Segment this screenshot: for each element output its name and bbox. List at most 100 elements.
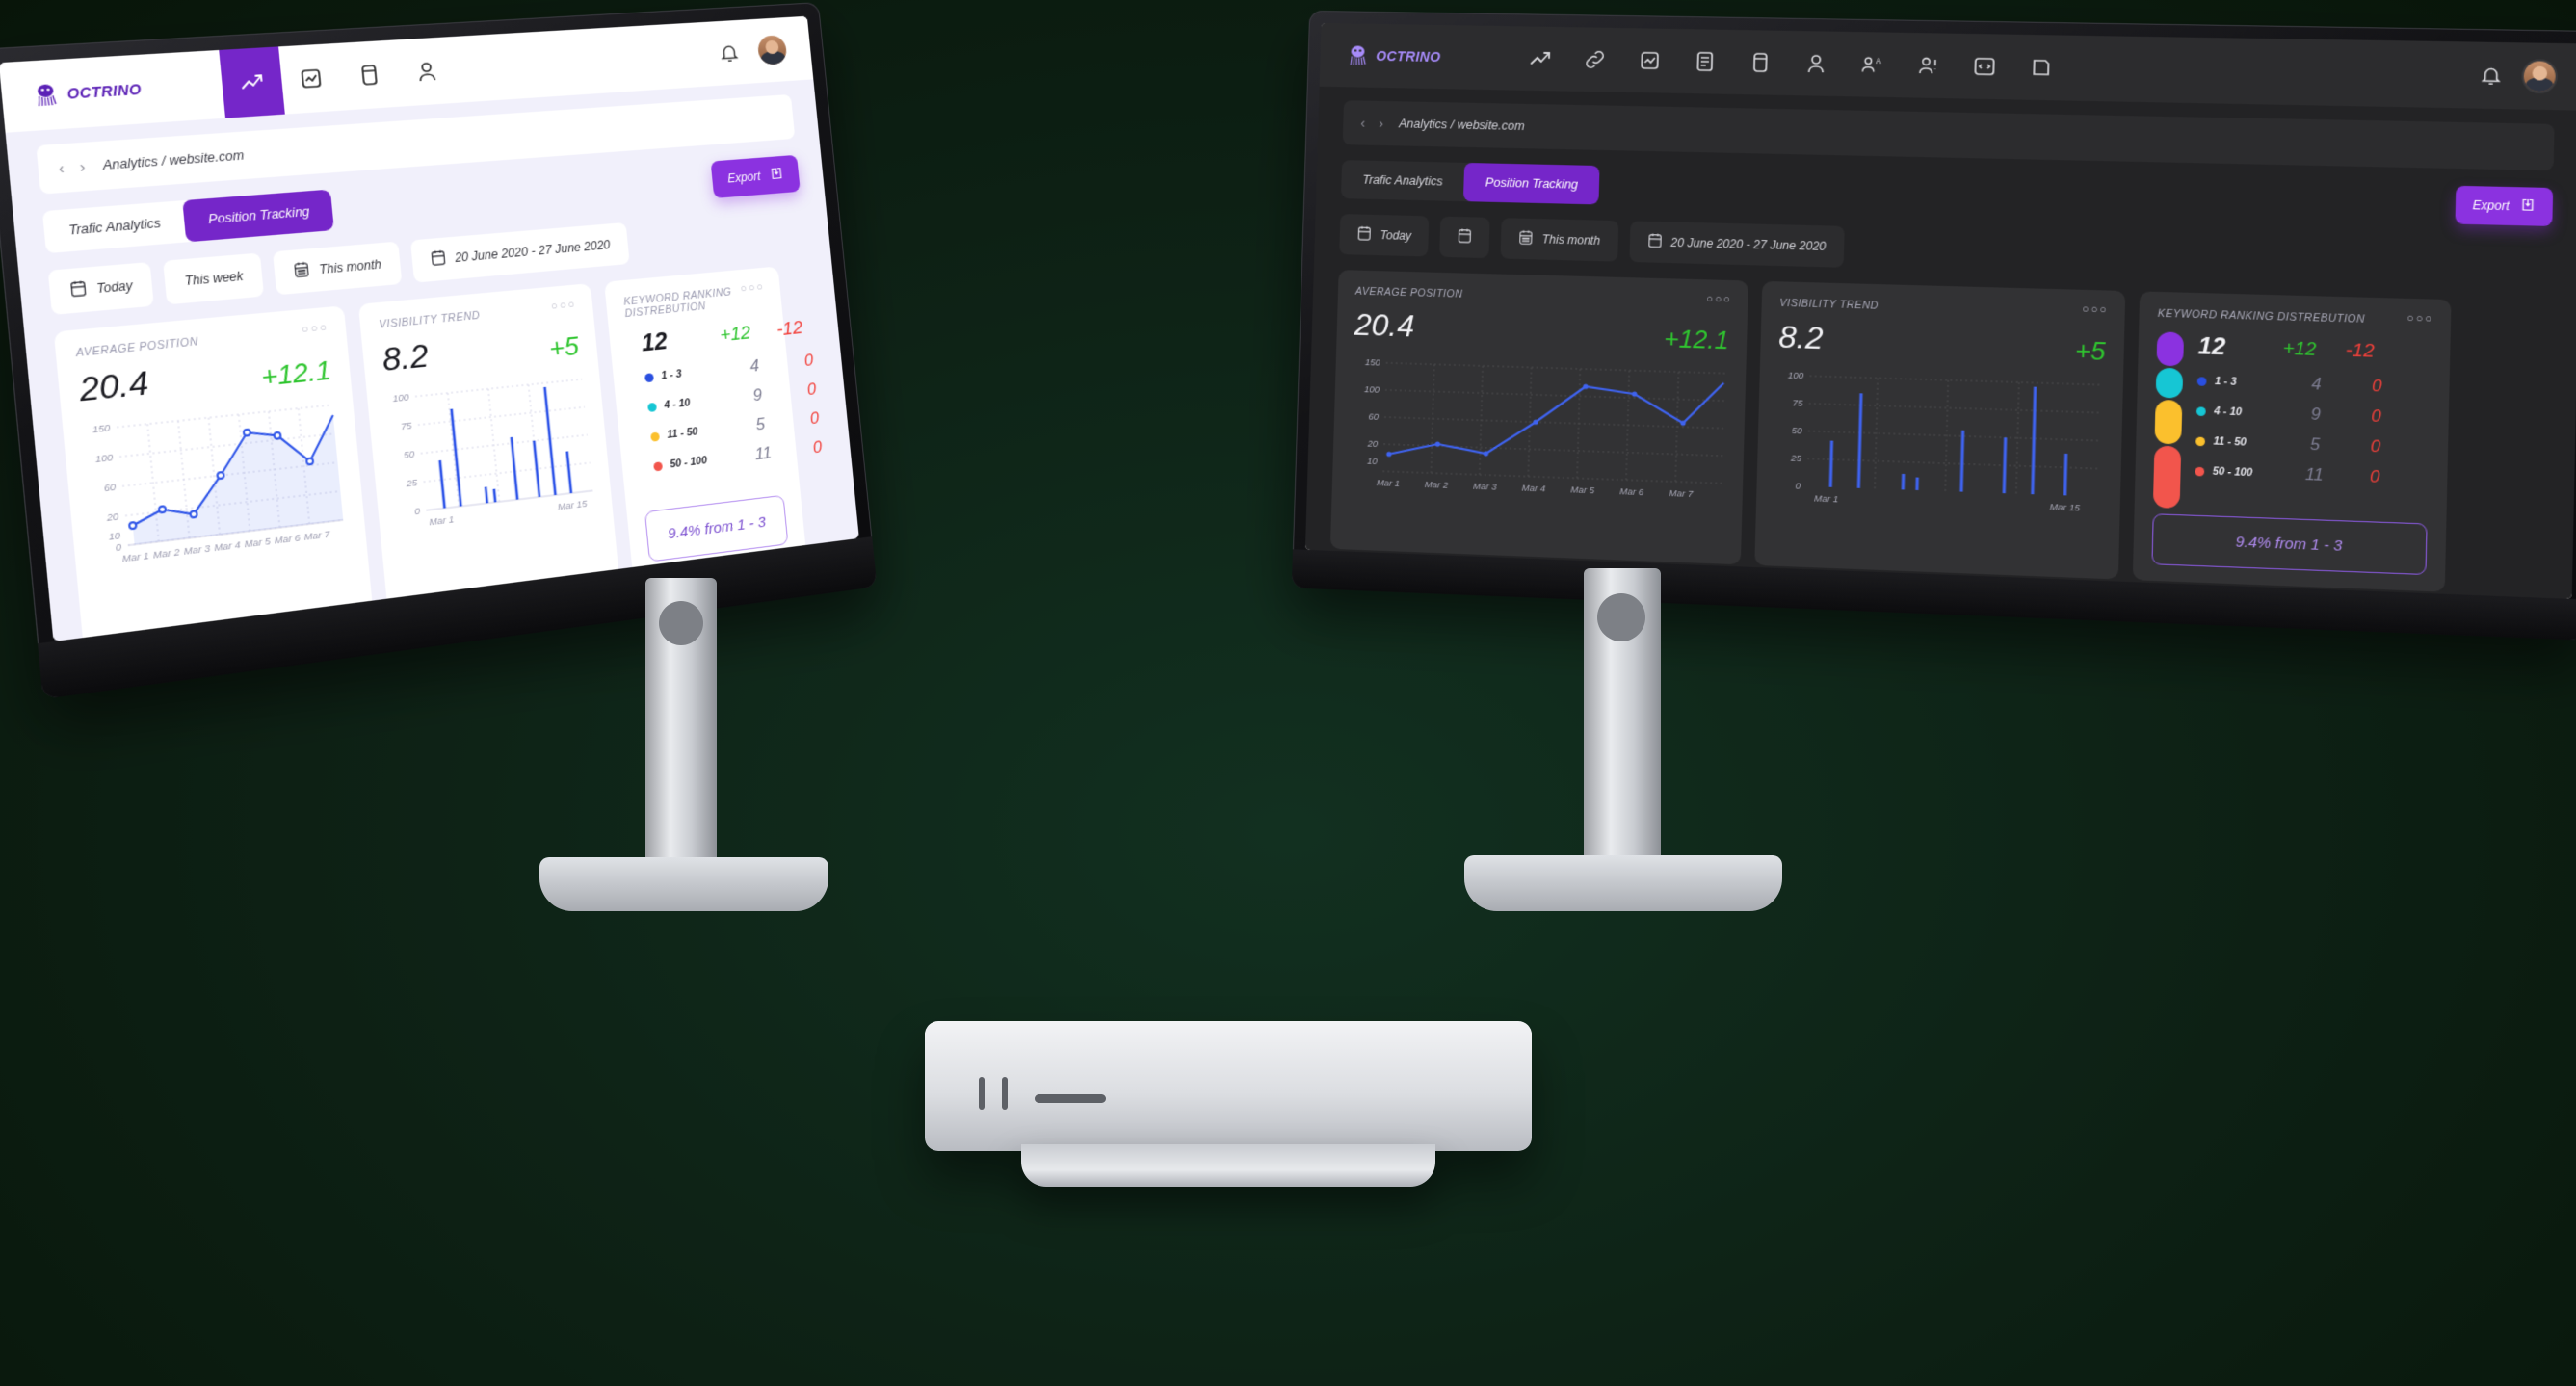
nav-item-users[interactable]	[1787, 31, 1845, 96]
svg-text:Mar 15: Mar 15	[2050, 502, 2081, 514]
tab-trafic-analytics[interactable]: Trafic Analytics	[1341, 160, 1465, 201]
nav-item-reports[interactable]	[337, 39, 402, 110]
legend-down: 0	[803, 351, 815, 371]
keyword-ranking-stacked-bar	[626, 331, 644, 507]
legend-down: 0	[2371, 405, 2381, 427]
svg-text:Mar 3: Mar 3	[183, 543, 211, 558]
svg-text:Mar 4: Mar 4	[1522, 483, 1546, 494]
card-menu-button[interactable]: ○○○	[1706, 294, 1732, 306]
filter-this-month[interactable]: This month	[273, 241, 403, 296]
svg-text:Mar 4: Mar 4	[214, 539, 242, 554]
breadcrumb: Analytics / website.com	[102, 147, 245, 173]
card-menu-button[interactable]: ○○○	[740, 281, 765, 295]
user-avatar[interactable]	[756, 35, 788, 65]
export-icon	[2519, 197, 2536, 216]
legend-count: 4	[2311, 374, 2322, 394]
card-menu-button[interactable]: ○○○	[550, 299, 577, 313]
svg-text:60: 60	[1368, 411, 1380, 422]
app-dark: OCTRINO A ‹ › Analytics / website.com Tr…	[1304, 22, 2576, 599]
svg-text:75: 75	[1792, 398, 1803, 409]
monitor-right: OCTRINO A ‹ › Analytics / website.com Tr…	[1291, 10, 2576, 641]
brand-logo[interactable]: OCTRINO	[1, 70, 223, 111]
filter-today[interactable]: Today	[1339, 214, 1430, 257]
scene: OCTRINO ‹ › Analytics / website.com Traf…	[0, 0, 2576, 1386]
svg-text:50: 50	[1792, 426, 1803, 437]
keyword-ranking-body: 12 +12 -12 1 - 3 4 0 4 - 10 9 0 11 - 50 …	[626, 318, 823, 507]
bar-segment-4-10	[630, 367, 634, 398]
tab-group: Trafic Analytics Position Tracking	[1340, 160, 1600, 205]
nav-item-reports[interactable]	[1676, 29, 1733, 94]
card-visibility-trend: ○○○ VISIBILITY TREND 8.2 +5 100 75 50 25…	[1754, 280, 2126, 580]
legend-count: 11	[753, 443, 773, 464]
svg-text:Mar 2: Mar 2	[1425, 480, 1449, 491]
filter-today-label: Today	[95, 277, 134, 297]
tab-row: Trafic Analytics Position Tracking Expor…	[1340, 160, 2554, 227]
filter-this-week[interactable]: This week	[163, 252, 265, 305]
back-button[interactable]: ‹	[1360, 115, 1365, 131]
notification-bell-icon[interactable]	[718, 41, 741, 64]
filter-date-range[interactable]: 20 June 2020 - 27 June 2020	[1628, 221, 1845, 268]
nav-item-bookmark[interactable]	[2012, 35, 2071, 101]
octopus-logo-icon	[1345, 42, 1371, 67]
tab-position-tracking[interactable]: Position Tracking	[182, 189, 335, 243]
tab-group: Trafic Analytics Position Tracking	[41, 189, 335, 254]
export-button[interactable]: Export	[2455, 185, 2554, 226]
nav-item-analytics[interactable]	[219, 46, 285, 118]
legend-count: 4	[749, 355, 760, 376]
calendar-icon	[430, 248, 447, 270]
nav-item-users[interactable]	[395, 37, 459, 107]
visibility-trend-bar-chart: 100 75 50 25 0 Mar 1 Mar 15	[1788, 370, 2107, 514]
visibility-trend-delta: +5	[2074, 335, 2106, 367]
nav-item-analytics[interactable]	[1512, 26, 1569, 91]
bar-segment-11-50	[2154, 399, 2183, 445]
nav-item-code[interactable]	[1956, 34, 2013, 100]
tab-trafic-analytics[interactable]: Trafic Analytics	[42, 200, 187, 253]
card-grid: ○○○ AVERAGE POSITION 20.4 +12.1 150 100 …	[1329, 270, 2551, 596]
svg-text:Mar 2: Mar 2	[153, 547, 181, 562]
total-up: +12	[2282, 338, 2317, 361]
bar-segment-4-10	[2155, 367, 2184, 399]
svg-text:100: 100	[1788, 370, 1804, 381]
nav-item-links[interactable]	[1566, 27, 1623, 92]
nav-item-dashboard[interactable]	[1621, 28, 1678, 93]
legend-down: 0	[2369, 466, 2380, 486]
filter-this-month[interactable]: This month	[1500, 218, 1618, 262]
nav-item-translate[interactable]: A	[1843, 32, 1901, 97]
card-menu-button[interactable]: ○○○	[2082, 303, 2109, 316]
card-menu-button[interactable]: ○○○	[2406, 313, 2434, 326]
filter-today[interactable]: Today	[47, 261, 155, 315]
brand-name: OCTRINO	[1376, 47, 1441, 65]
legend-dot-icon	[647, 402, 657, 412]
legend-label: 11 - 50	[666, 426, 698, 441]
card-visibility-trend: ○○○ VISIBILITY TREND 8.2 +5 100 75 50 25…	[357, 283, 620, 613]
legend-dot-icon	[2195, 436, 2206, 446]
brand-logo[interactable]: OCTRINO	[1320, 42, 1513, 71]
forward-button[interactable]: ›	[1379, 115, 1383, 131]
card-title: KEYWORD RANKING DISTREBUTION	[2157, 307, 2366, 326]
total-down: -12	[775, 317, 804, 341]
legend-dot-icon	[653, 460, 664, 471]
svg-text:Mar 3: Mar 3	[1473, 482, 1498, 493]
port-wide-icon	[1035, 1094, 1106, 1103]
forward-button[interactable]: ›	[79, 158, 87, 176]
keyword-ranking-footer: 9.4% from 1 - 3	[2151, 513, 2428, 576]
filter-date-range[interactable]: 20 June 2020 - 27 June 2020	[409, 222, 630, 283]
svg-text:Mar 1: Mar 1	[121, 551, 149, 565]
legend-row: 1 - 3 4 0	[2196, 371, 2431, 398]
nav-item-dashboard[interactable]	[278, 43, 344, 115]
card-menu-button[interactable]: ○○○	[301, 322, 329, 336]
monitor-right-screen: OCTRINO A ‹ › Analytics / website.com Tr…	[1304, 22, 2576, 599]
legend-count: 9	[751, 385, 763, 405]
export-button[interactable]: Export	[710, 154, 801, 198]
nav-item-database[interactable]	[1732, 30, 1789, 95]
filter-this-week-label: This week	[184, 269, 245, 289]
user-avatar[interactable]	[2523, 61, 2557, 92]
tab-position-tracking[interactable]: Position Tracking	[1463, 162, 1600, 205]
nav-item-notes[interactable]	[1899, 33, 1957, 99]
svg-text:Mar 5: Mar 5	[244, 536, 272, 551]
notification-bell-icon[interactable]	[2480, 65, 2504, 87]
top-bar-right	[718, 34, 812, 68]
back-button[interactable]: ‹	[58, 159, 66, 177]
filter-this-week[interactable]	[1439, 216, 1490, 259]
legend-count: 5	[2309, 434, 2321, 455]
